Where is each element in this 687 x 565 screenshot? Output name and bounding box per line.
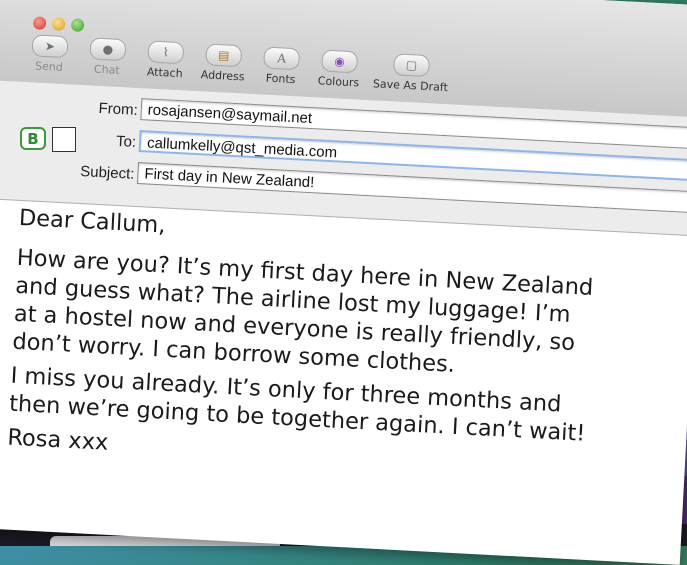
send-button[interactable]: ➤ Send [23,34,77,75]
message-body[interactable]: Dear Callum, How are you? It’s my first … [6,204,678,492]
draft-icon: ▢ [392,53,431,78]
fonts-label: Fonts [265,71,296,87]
mail-compose-window: ➤ Send ● Chat ⌇ Attach ▤ Address A Fonts… [0,0,687,565]
colours-button[interactable]: ◉ Colours [312,49,366,90]
address-book-icon: ▤ [205,43,243,68]
close-window-button[interactable] [32,16,47,31]
attach-button[interactable]: ⌇ Attach [138,40,192,81]
save-as-draft-button[interactable]: ▢ Save As Draft [370,52,452,94]
paper-plane-icon: ➤ [31,34,69,59]
save-as-draft-label: Save As Draft [372,77,449,95]
chat-label: Chat [93,62,121,77]
send-label: Send [34,59,64,74]
answer-checkbox[interactable] [52,127,76,152]
color-wheel-icon: ◉ [321,49,359,74]
chat-bubble-icon: ● [89,37,127,62]
from-label: From: [98,99,139,119]
exercise-badge: B [20,127,46,150]
to-label: To: [115,132,137,151]
fonts-button[interactable]: A Fonts [254,46,308,87]
attach-label: Attach [146,65,183,81]
colours-label: Colours [317,74,360,90]
minimize-window-button[interactable] [51,17,66,32]
zoom-window-button[interactable] [70,18,85,32]
address-button[interactable]: ▤ Address [196,43,250,84]
paperclip-icon: ⌇ [147,40,185,65]
subject-label: Subject: [79,163,135,183]
chat-button[interactable]: ● Chat [81,37,135,78]
font-icon: A [263,46,301,71]
address-label: Address [200,68,245,84]
